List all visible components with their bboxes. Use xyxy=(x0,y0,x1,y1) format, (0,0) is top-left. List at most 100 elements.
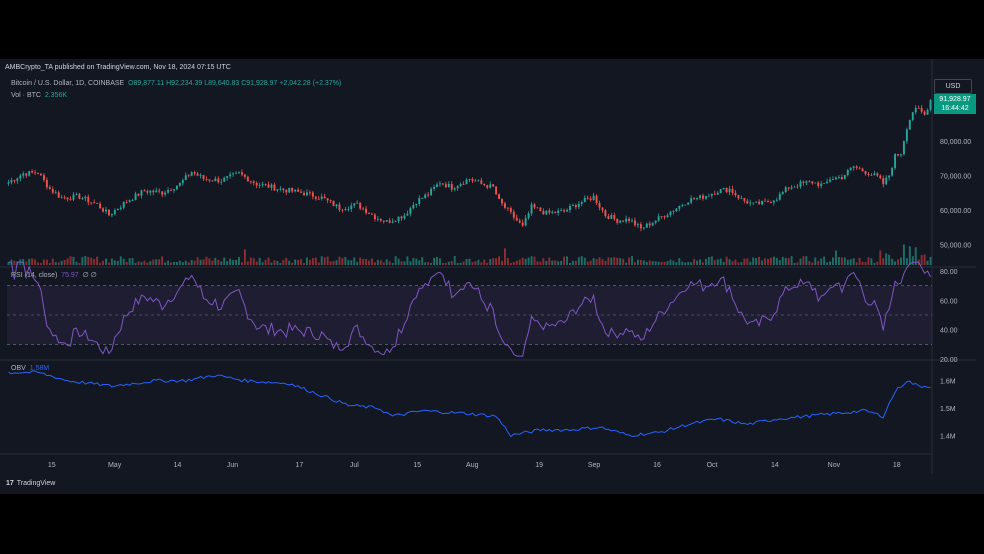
candle-body xyxy=(175,185,178,190)
volume-bar xyxy=(116,260,119,265)
volume-bar xyxy=(778,260,781,265)
candle-body xyxy=(495,186,498,195)
candle-body xyxy=(740,198,743,199)
candle-body xyxy=(282,188,285,190)
candle-body xyxy=(628,218,631,221)
candle-body xyxy=(51,189,54,193)
volume-bar xyxy=(477,259,480,265)
volume-bar xyxy=(492,258,495,265)
volume-bar xyxy=(282,259,285,265)
rsi-tick-label: 20.00 xyxy=(940,357,958,364)
candle-body xyxy=(344,209,347,211)
candle-body xyxy=(69,199,72,200)
candle-body xyxy=(155,190,158,193)
volume-bar xyxy=(675,262,678,265)
candle-body xyxy=(699,195,701,199)
time-tick-label: Nov xyxy=(828,462,841,469)
volume-bar xyxy=(314,257,317,265)
volume-bar xyxy=(81,257,84,265)
candle-body xyxy=(669,211,672,216)
candle-body xyxy=(902,141,905,155)
volume-bar xyxy=(110,258,113,265)
volume-bar xyxy=(563,256,566,265)
time-tick-label: 18 xyxy=(893,462,901,469)
candle-body xyxy=(66,197,69,200)
volume-bar xyxy=(870,258,873,265)
candle-body xyxy=(335,204,338,207)
volume-bar xyxy=(459,262,462,265)
candle-body xyxy=(914,107,917,113)
chart-frame: AMBCrypto_TA published on TradingView.co… xyxy=(0,59,984,494)
candle-body xyxy=(323,196,326,199)
volume-bar xyxy=(57,262,60,265)
volume-bar xyxy=(412,257,415,265)
candle-body xyxy=(25,173,28,176)
volume-bar xyxy=(436,256,438,265)
candle-body xyxy=(900,154,902,156)
candle-body xyxy=(87,196,90,203)
volume-bar xyxy=(326,256,329,265)
volume-bar xyxy=(837,257,840,265)
candle-body xyxy=(294,189,297,192)
candle-body xyxy=(291,187,294,192)
candle-body xyxy=(303,192,305,196)
candle-body xyxy=(592,195,595,200)
volume-bar xyxy=(823,256,826,265)
volume-bar xyxy=(359,257,362,265)
candle-body xyxy=(288,187,291,193)
candle-body xyxy=(264,184,267,185)
volume-bar xyxy=(734,259,737,265)
candle-body xyxy=(93,202,96,204)
candle-body xyxy=(152,190,155,193)
candle-body xyxy=(734,192,737,196)
candle-body xyxy=(99,203,102,209)
logo-text: TradingView xyxy=(16,480,56,487)
volume-bar xyxy=(214,257,217,265)
volume-bar xyxy=(657,261,660,265)
volume-bar xyxy=(181,262,184,265)
price-tick-label: 80,000.00 xyxy=(940,139,971,146)
volume-bar xyxy=(713,260,716,265)
candle-body xyxy=(492,184,495,187)
candle-body xyxy=(397,216,400,222)
volume-bar xyxy=(170,262,172,265)
volume-bar xyxy=(829,261,832,265)
candle-body xyxy=(758,201,761,205)
volume-bar xyxy=(678,258,681,265)
candle-body xyxy=(787,187,790,189)
tradingview-logo[interactable]: 17 TradingView xyxy=(6,480,55,487)
candle-body xyxy=(28,171,31,176)
time-tick-label: 16 xyxy=(653,462,661,469)
candle-body xyxy=(639,224,642,229)
volume-bar xyxy=(232,259,235,265)
candle-body xyxy=(226,176,229,178)
volume-bar xyxy=(347,260,350,265)
volume-bar xyxy=(707,257,710,265)
volume-bar xyxy=(474,261,477,265)
candle-body xyxy=(285,189,288,193)
candle-body xyxy=(905,129,908,142)
volume-bar xyxy=(137,261,140,265)
volume-bar xyxy=(335,260,338,265)
volume-bar xyxy=(752,257,755,265)
price-tick-label: 60,000.00 xyxy=(940,208,971,215)
candle-body xyxy=(625,218,628,222)
candle-body xyxy=(421,197,424,199)
volume-bar xyxy=(820,258,823,265)
candle-body xyxy=(359,202,362,209)
candle-body xyxy=(338,204,341,210)
candle-body xyxy=(110,214,113,216)
time-tick-label: 17 xyxy=(295,462,303,469)
price-chart-canvas[interactable]: 80,000.00 70,000.00 60,000.00 50,000.00 80.0… xyxy=(0,59,984,494)
volume-bar xyxy=(243,249,246,265)
volume-bar xyxy=(297,259,300,265)
candle-body xyxy=(743,198,746,201)
volume-bar xyxy=(175,261,178,265)
volume-bar xyxy=(291,262,294,265)
time-tick-label: 15 xyxy=(413,462,421,469)
volume-bar xyxy=(72,256,75,265)
volume-bar xyxy=(468,258,471,265)
volume-bar xyxy=(740,262,743,265)
volume-bar xyxy=(444,262,447,265)
volume-bar xyxy=(131,258,134,265)
